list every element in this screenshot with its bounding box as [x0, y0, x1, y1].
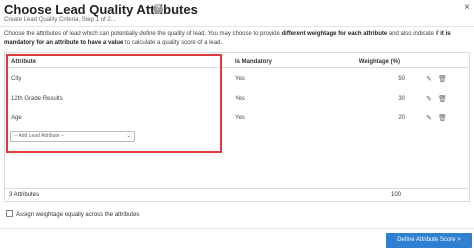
pencil-icon[interactable]: ✎	[426, 95, 432, 103]
column-header-mandatory: Is Mandatory	[235, 59, 273, 65]
attribute-weightage: 20	[398, 115, 405, 121]
description-part1: Choose the attributes of lead which can …	[4, 31, 282, 37]
attribute-weightage: 50	[398, 76, 405, 82]
column-header-weightage: Weightage (%)	[358, 59, 400, 65]
assign-equally-checkbox[interactable]	[6, 210, 13, 217]
table-footer-divider	[5, 188, 469, 189]
attribute-weightage: 30	[398, 96, 405, 102]
attribute-count: 3 Attributes	[9, 192, 40, 198]
header-divider	[0, 26, 474, 27]
highlight-frame	[6, 54, 222, 153]
description-part2: and also indicate if	[387, 31, 441, 37]
pencil-icon[interactable]: ✎	[426, 114, 432, 122]
pencil-icon[interactable]: ✎	[426, 75, 432, 83]
attribute-mandatory: Yes	[235, 115, 245, 121]
trash-icon[interactable]: 🗑	[438, 114, 447, 122]
description-text: Choose the attributes of lead which can …	[4, 30, 470, 48]
close-icon[interactable]: ×	[464, 2, 470, 13]
assign-equally-label: Assign weightage equally across the attr…	[16, 212, 140, 218]
help-icon[interactable]: ?	[153, 4, 163, 14]
weightage-total: 100	[390, 192, 401, 198]
trash-icon[interactable]: 🗑	[438, 95, 447, 103]
description-bold1: different weightage for each attribute	[281, 31, 388, 37]
assign-equally-option[interactable]: Assign weightage equally across the attr…	[6, 210, 139, 218]
trash-icon[interactable]: 🗑	[438, 75, 447, 83]
attribute-mandatory: Yes	[235, 76, 245, 82]
dialog-subtitle: Create Lead Quality Criteria, Step 1 of …	[4, 17, 116, 23]
footer-divider	[0, 228, 474, 229]
description-part3: to calculate a quality score of a lead.	[123, 40, 223, 46]
attribute-mandatory: Yes	[235, 96, 245, 102]
dialog-title: Choose Lead Quality Attributes	[4, 2, 198, 17]
define-attribute-score-button[interactable]: Define Attribute Score >	[386, 233, 472, 248]
